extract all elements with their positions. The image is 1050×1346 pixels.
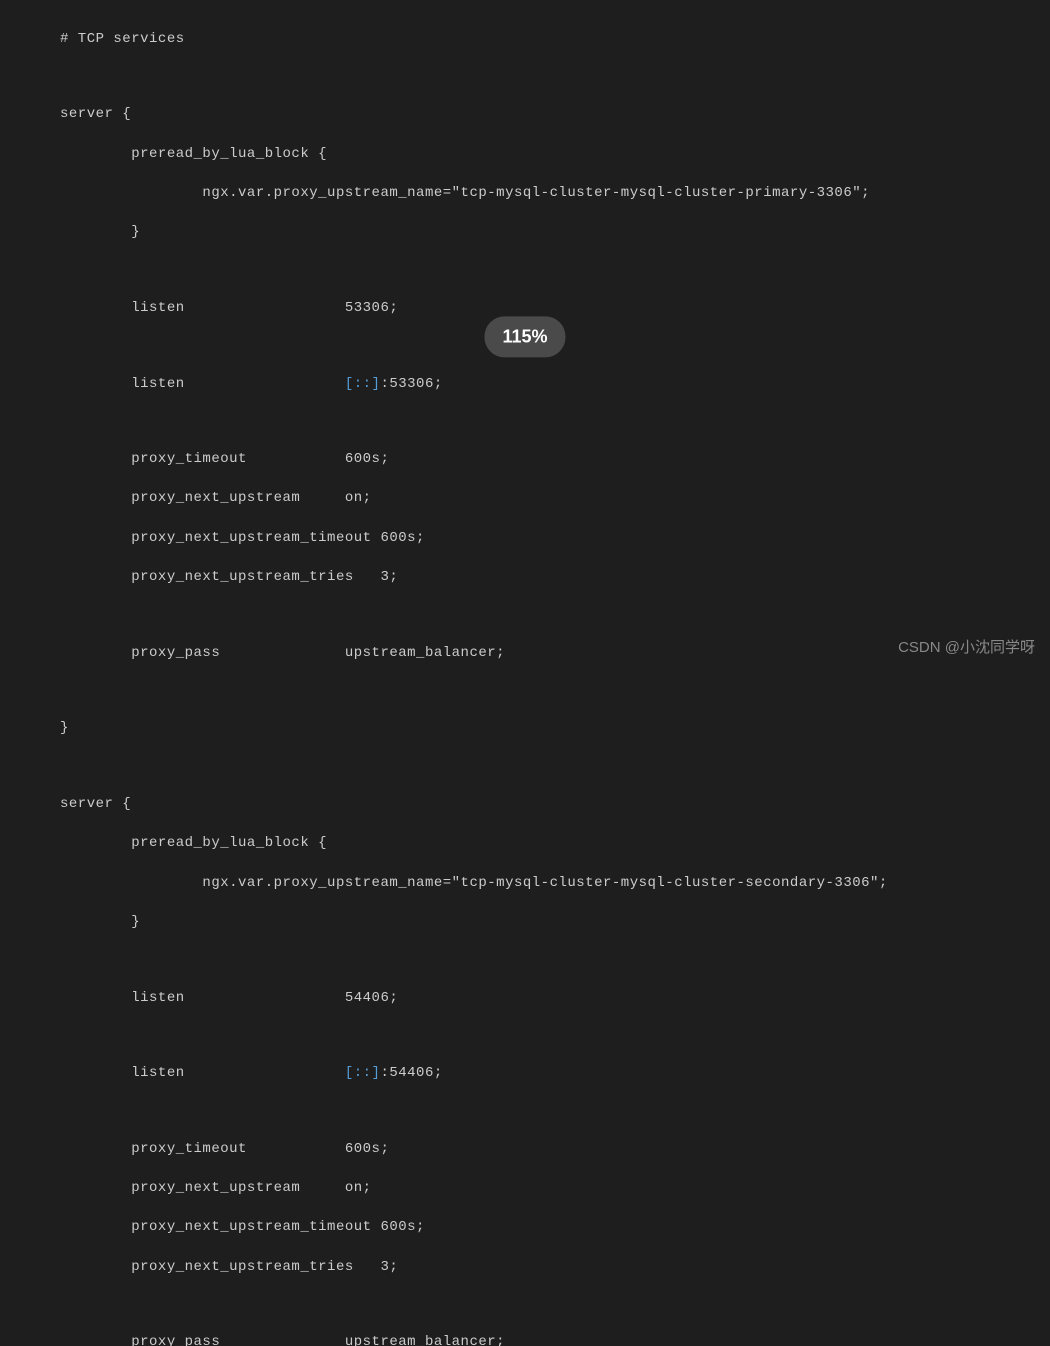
code-line — [20, 1297, 1030, 1314]
code-line — [20, 1104, 1030, 1121]
code-line: preread_by_lua_block { — [20, 834, 1030, 854]
code-line: listen [::]:54406; — [20, 1064, 1030, 1084]
code-line: proxy_timeout 600s; — [20, 450, 1030, 470]
code-line — [20, 607, 1030, 624]
code-line: proxy_next_upstream_timeout 600s; — [20, 1218, 1030, 1238]
zoom-indicator: 115% — [484, 316, 565, 357]
code-line: listen 54406; — [20, 989, 1030, 1009]
code-line: listen [::]:53306; — [20, 375, 1030, 395]
code-line: preread_by_lua_block { — [20, 145, 1030, 165]
code-line: proxy_next_upstream on; — [20, 489, 1030, 509]
code-line: proxy_pass upstream_balancer; — [20, 644, 1030, 664]
code-line: ngx.var.proxy_upstream_name="tcp-mysql-c… — [20, 184, 1030, 204]
code-line — [20, 414, 1030, 431]
code-line: proxy_next_upstream_tries 3; — [20, 1258, 1030, 1278]
code-editor[interactable]: # TCP services server { preread_by_lua_b… — [0, 10, 1050, 1346]
code-text: :53306; — [380, 376, 442, 392]
code-line: ngx.var.proxy_upstream_name="tcp-mysql-c… — [20, 874, 1030, 894]
code-line: proxy_timeout 600s; — [20, 1140, 1030, 1160]
code-line — [20, 759, 1030, 776]
code-line: proxy_next_upstream_timeout 600s; — [20, 529, 1030, 549]
code-line: proxy_next_upstream_tries 3; — [20, 568, 1030, 588]
code-text: listen — [60, 1065, 345, 1081]
code-line: } — [20, 913, 1030, 933]
ipv6-bracket: [::] — [345, 1065, 381, 1081]
code-line: } — [20, 719, 1030, 739]
code-text: listen — [60, 376, 345, 392]
code-line — [20, 69, 1030, 86]
code-line — [20, 952, 1030, 969]
code-line: server { — [20, 795, 1030, 815]
code-line — [20, 683, 1030, 700]
code-line — [20, 262, 1030, 279]
code-text: :54406; — [380, 1065, 442, 1081]
watermark: CSDN @小沈同学呀 — [898, 637, 1035, 658]
code-line: proxy_pass upstream_balancer; — [20, 1333, 1030, 1346]
code-line — [20, 1028, 1030, 1045]
code-line: } — [20, 223, 1030, 243]
code-line: # TCP services — [20, 30, 1030, 50]
code-line: server { — [20, 105, 1030, 125]
code-line: proxy_next_upstream on; — [20, 1179, 1030, 1199]
ipv6-bracket: [::] — [345, 376, 381, 392]
